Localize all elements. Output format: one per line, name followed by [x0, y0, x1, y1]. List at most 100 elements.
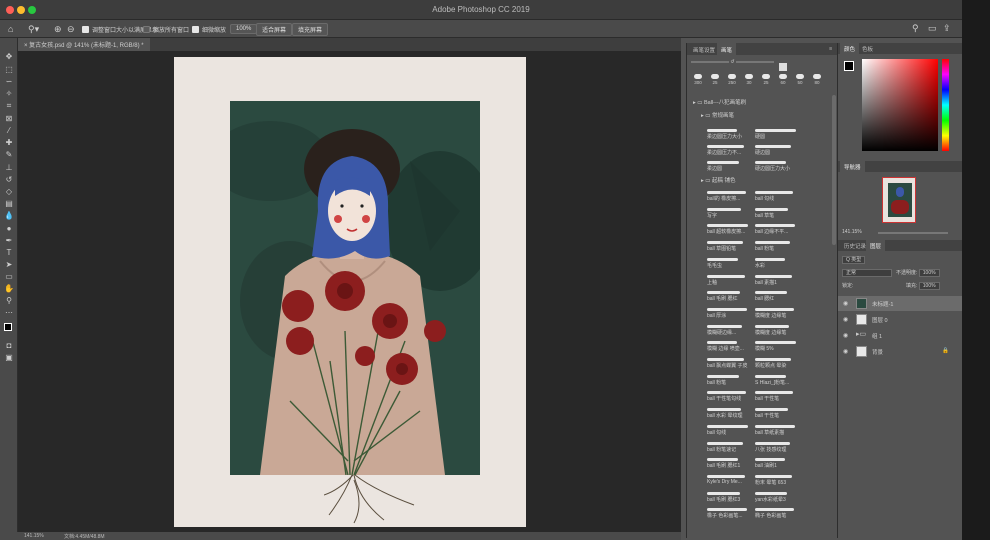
hand-tool-icon[interactable]: ✋: [4, 284, 14, 294]
brush-item[interactable]: ball 边缘不平...: [755, 224, 801, 238]
clone-stamp-icon[interactable]: ⊥: [4, 163, 14, 173]
navigator-preview[interactable]: [882, 177, 916, 223]
brush-item[interactable]: ball 勾线: [707, 424, 753, 439]
eraser-icon[interactable]: ◇: [4, 187, 14, 197]
workspace-icon[interactable]: ▭: [928, 23, 937, 34]
checkbox-icon[interactable]: [192, 25, 199, 33]
visibility-eye-icon[interactable]: ◉: [843, 316, 848, 323]
panel-menu-icon[interactable]: ≡: [825, 43, 836, 55]
brush-item[interactable]: 八张 技感纹理: [755, 441, 801, 456]
zoom-tool-icon[interactable]: ⚲▾: [28, 23, 39, 35]
foreground-swatch[interactable]: [844, 61, 854, 71]
scrubby-zoom-option[interactable]: 细微缩放: [192, 23, 226, 35]
search-icon[interactable]: ⚲: [912, 23, 919, 34]
fill-input[interactable]: 100%: [918, 282, 940, 290]
healing-brush-icon[interactable]: ✚: [4, 138, 14, 148]
layer-row[interactable]: ◉ 图层 0: [838, 312, 962, 327]
eyedropper-icon[interactable]: ⁄: [4, 126, 14, 136]
checkbox-icon[interactable]: [143, 25, 150, 33]
opacity-input[interactable]: 100%: [918, 269, 940, 277]
brush-item[interactable]: ball 粉笔速记: [707, 441, 753, 456]
zoom-100-button[interactable]: 100%: [230, 24, 258, 34]
gradient-tool-icon[interactable]: ▤: [4, 199, 14, 209]
brush-item[interactable]: ball 草笔: [755, 207, 801, 222]
brush-item[interactable]: 水彩: [755, 257, 801, 272]
brush-item[interactable]: ball 勾线: [755, 191, 801, 205]
brush-item[interactable]: 模糊 边缘 喷壶...: [707, 341, 753, 355]
home-icon[interactable]: ⌂: [8, 23, 13, 35]
brush-item[interactable]: ball 飘点蝶翼 子皮: [707, 358, 753, 372]
visibility-eye-icon[interactable]: ◉: [843, 300, 848, 307]
brush-item[interactable]: 柔边圆: [707, 161, 753, 175]
brush-item[interactable]: 柔边圆压力不...: [707, 145, 753, 159]
more-tools-icon[interactable]: ⋯: [4, 308, 14, 318]
brush-item[interactable]: ball的 橡皮擦...: [707, 191, 753, 205]
brush-item[interactable]: ball 粉笔: [755, 241, 801, 255]
brush-item[interactable]: 硬圆: [755, 129, 801, 143]
brush-group[interactable]: ▸ ▭ Ball---八犯画笔刷: [693, 98, 746, 108]
visibility-eye-icon[interactable]: ◉: [843, 348, 848, 355]
brush-preset[interactable]: 30: [742, 73, 756, 87]
brush-item[interactable]: yan水彩纸晕3: [755, 491, 801, 506]
tab-swatches[interactable]: 色板: [858, 43, 877, 54]
brush-item[interactable]: ball 水彩 晕纹理: [707, 408, 753, 422]
brush-item[interactable]: ball 草纸素描: [755, 424, 801, 439]
zoom-all-windows-option[interactable]: 缩放所有窗口: [143, 23, 189, 35]
brush-item[interactable]: ball 超软橡皮擦...: [707, 224, 753, 238]
brush-item[interactable]: 硬边圆: [755, 145, 801, 159]
zoom-out-icon[interactable]: ⊖: [67, 23, 75, 35]
navigator-zoom-slider[interactable]: [878, 232, 948, 234]
brush-item[interactable]: 椭子 色彩画笔: [755, 508, 801, 522]
marquee-tool-icon[interactable]: ⬚: [4, 65, 14, 75]
frame-tool-icon[interactable]: ⊠: [4, 114, 14, 124]
blur-tool-icon[interactable]: 💧: [4, 211, 14, 221]
brush-item[interactable]: 柔边圆压力大小: [707, 129, 753, 143]
hue-slider[interactable]: [942, 59, 949, 151]
brush-group[interactable]: ▸ ▭ 常规画笔: [701, 111, 734, 121]
checkbox-icon[interactable]: [82, 25, 89, 33]
brush-preset[interactable]: 25: [708, 73, 722, 87]
brush-item[interactable]: 上釉: [707, 274, 753, 289]
brush-item[interactable]: 模糊度 边缘笔: [755, 307, 801, 322]
layer-row[interactable]: ◉ 背景 🔒: [838, 344, 962, 359]
tab-color[interactable]: 颜色: [840, 43, 860, 54]
brush-item[interactable]: Kyle's Dry Me...: [707, 474, 753, 489]
quick-mask-icon[interactable]: ◘: [4, 341, 14, 351]
brush-item[interactable]: 毛毛虫: [707, 257, 753, 272]
move-tool-icon[interactable]: ✥: [4, 52, 14, 62]
brush-item[interactable]: ball 干性笔: [755, 408, 801, 422]
brush-item[interactable]: ball 厚涂: [707, 307, 753, 322]
visibility-eye-icon[interactable]: ◉: [843, 332, 848, 339]
lasso-tool-icon[interactable]: ∽: [4, 77, 14, 87]
brush-item[interactable]: 模糊度 边缘笔: [755, 324, 801, 339]
tab-layers[interactable]: 图层: [866, 240, 886, 251]
tab-brush-settings[interactable]: 画笔设置: [689, 43, 719, 55]
brush-preset[interactable]: 25: [759, 73, 773, 87]
new-brush-icon[interactable]: [779, 63, 787, 71]
brush-item[interactable]: 模糊 5%: [755, 341, 801, 355]
brush-tool-icon[interactable]: ✎: [4, 150, 14, 160]
zoom-tool-icon[interactable]: ⚲: [4, 296, 14, 306]
tab-brushes[interactable]: 画笔: [717, 43, 737, 55]
foreground-color-swatch[interactable]: [4, 323, 12, 331]
document-canvas[interactable]: [174, 57, 526, 527]
brush-item[interactable]: ball 毛刷 腮红1: [707, 458, 753, 472]
layer-filter-select[interactable]: Q 类型: [842, 256, 866, 264]
brush-group[interactable]: ▸ ▭ 起稿 铺色: [701, 176, 736, 186]
brush-item[interactable]: 颗粒颗点 晕染: [755, 358, 801, 372]
history-brush-icon[interactable]: ↺: [4, 175, 14, 185]
scrollbar[interactable]: [832, 95, 836, 245]
brush-preset[interactable]: 60: [776, 73, 790, 87]
brush-item[interactable]: ball 腮红: [755, 291, 801, 305]
brush-item[interactable]: 硬边圆压力大小: [755, 161, 801, 175]
dodge-tool-icon[interactable]: ●: [4, 224, 14, 234]
brush-item[interactable]: ball 草图铅笔: [707, 241, 753, 255]
brush-preset[interactable]: 300: [691, 73, 705, 87]
layer-row[interactable]: ◉ ▸▭ 组 1: [838, 328, 962, 343]
brush-item[interactable]: ball 素描1: [755, 274, 801, 289]
path-selection-icon[interactable]: ➤: [4, 260, 14, 270]
brush-size-slider[interactable]: ↺: [691, 59, 774, 67]
share-icon[interactable]: ⇪: [943, 23, 951, 34]
brush-preset[interactable]: 80: [810, 73, 824, 87]
brush-item[interactable]: 橡子 色彩画笔...: [707, 508, 753, 522]
